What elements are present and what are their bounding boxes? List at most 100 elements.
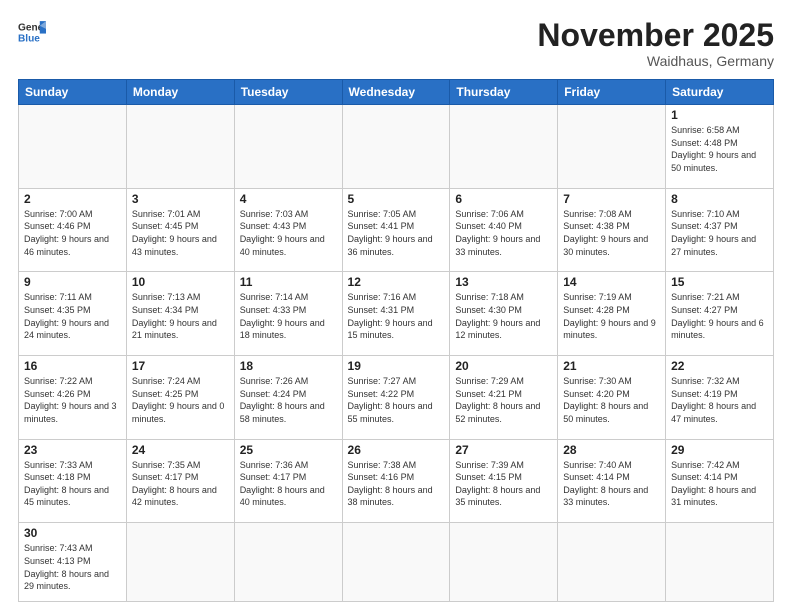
- calendar-cell: 12 Sunrise: 7:16 AM Sunset: 4:31 PM Dayli…: [342, 272, 450, 356]
- day-number: 20: [455, 359, 552, 373]
- calendar-cell: [19, 105, 127, 189]
- day-info: Sunrise: 7:01 AM Sunset: 4:45 PM Dayligh…: [132, 208, 229, 258]
- day-number: 5: [348, 192, 445, 206]
- day-number: 13: [455, 275, 552, 289]
- subtitle: Waidhaus, Germany: [537, 53, 774, 69]
- day-info: Sunrise: 7:32 AM Sunset: 4:19 PM Dayligh…: [671, 375, 768, 425]
- day-number: 26: [348, 443, 445, 457]
- day-number: 11: [240, 275, 337, 289]
- day-info: Sunrise: 7:36 AM Sunset: 4:17 PM Dayligh…: [240, 459, 337, 509]
- day-info: Sunrise: 7:03 AM Sunset: 4:43 PM Dayligh…: [240, 208, 337, 258]
- logo-icon: General Blue: [18, 18, 46, 46]
- day-info: Sunrise: 7:06 AM Sunset: 4:40 PM Dayligh…: [455, 208, 552, 258]
- calendar-cell: 8 Sunrise: 7:10 AM Sunset: 4:37 PM Daylig…: [666, 188, 774, 272]
- day-info: Sunrise: 7:35 AM Sunset: 4:17 PM Dayligh…: [132, 459, 229, 509]
- calendar-cell: 1 Sunrise: 6:58 AM Sunset: 4:48 PM Daylig…: [666, 105, 774, 189]
- page: General Blue November 2025 Waidhaus, Ger…: [0, 0, 792, 612]
- title-block: November 2025 Waidhaus, Germany: [537, 18, 774, 69]
- day-number: 3: [132, 192, 229, 206]
- day-number: 10: [132, 275, 229, 289]
- calendar-cell: 9 Sunrise: 7:11 AM Sunset: 4:35 PM Daylig…: [19, 272, 127, 356]
- day-number: 6: [455, 192, 552, 206]
- calendar-cell: 18Sunrise: 7:26 AM Sunset: 4:24 PM Dayli…: [234, 356, 342, 440]
- day-info: Sunrise: 7:24 AM Sunset: 4:25 PM Dayligh…: [132, 375, 229, 425]
- calendar-cell: [342, 105, 450, 189]
- calendar-cell: [558, 523, 666, 602]
- day-info: Sunrise: 7:00 AM Sunset: 4:46 PM Dayligh…: [24, 208, 121, 258]
- calendar-cell: 16Sunrise: 7:22 AM Sunset: 4:26 PM Dayli…: [19, 356, 127, 440]
- calendar-cell: 7Sunrise: 7:08 AM Sunset: 4:38 PM Daylig…: [558, 188, 666, 272]
- day-number: 2: [24, 192, 121, 206]
- col-tuesday: Tuesday: [234, 80, 342, 105]
- calendar-cell: 5 Sunrise: 7:05 AM Sunset: 4:41 PM Daylig…: [342, 188, 450, 272]
- calendar-cell: 25 Sunrise: 7:36 AM Sunset: 4:17 PM Dayli…: [234, 439, 342, 523]
- calendar-cell: 23 Sunrise: 7:33 AM Sunset: 4:18 PM Dayli…: [19, 439, 127, 523]
- calendar-cell: [666, 523, 774, 602]
- day-number: 19: [348, 359, 445, 373]
- calendar-table: Sunday Monday Tuesday Wednesday Thursday…: [18, 79, 774, 602]
- day-number: 29: [671, 443, 768, 457]
- day-info: Sunrise: 7:40 AM Sunset: 4:14 PM Dayligh…: [563, 459, 660, 509]
- day-number: 8: [671, 192, 768, 206]
- calendar-cell: 13 Sunrise: 7:18 AM Sunset: 4:30 PM Dayli…: [450, 272, 558, 356]
- calendar-cell: 17 Sunrise: 7:24 AM Sunset: 4:25 PM Dayli…: [126, 356, 234, 440]
- calendar-cell: 26 Sunrise: 7:38 AM Sunset: 4:16 PM Dayli…: [342, 439, 450, 523]
- calendar-cell: 29 Sunrise: 7:42 AM Sunset: 4:14 PM Dayli…: [666, 439, 774, 523]
- calendar-cell: [234, 105, 342, 189]
- day-number: 16: [24, 359, 121, 373]
- calendar-cell: [126, 105, 234, 189]
- col-sunday: Sunday: [19, 80, 127, 105]
- day-info: Sunrise: 6:58 AM Sunset: 4:48 PM Dayligh…: [671, 124, 768, 174]
- calendar-header-row: Sunday Monday Tuesday Wednesday Thursday…: [19, 80, 774, 105]
- day-info: Sunrise: 7:42 AM Sunset: 4:14 PM Dayligh…: [671, 459, 768, 509]
- day-info: Sunrise: 7:27 AM Sunset: 4:22 PM Dayligh…: [348, 375, 445, 425]
- day-number: 7: [563, 192, 660, 206]
- calendar-cell: 20 Sunrise: 7:29 AM Sunset: 4:21 PM Dayli…: [450, 356, 558, 440]
- day-info: Sunrise: 7:21 AM Sunset: 4:27 PM Dayligh…: [671, 291, 768, 341]
- day-info: Sunrise: 7:33 AM Sunset: 4:18 PM Dayligh…: [24, 459, 121, 509]
- day-number: 30: [24, 526, 121, 540]
- calendar-cell: [342, 523, 450, 602]
- day-number: 12: [348, 275, 445, 289]
- day-number: 22: [671, 359, 768, 373]
- day-info: Sunrise: 7:05 AM Sunset: 4:41 PM Dayligh…: [348, 208, 445, 258]
- col-friday: Friday: [558, 80, 666, 105]
- calendar-cell: 27Sunrise: 7:39 AM Sunset: 4:15 PM Dayli…: [450, 439, 558, 523]
- day-number: 23: [24, 443, 121, 457]
- calendar-cell: 19 Sunrise: 7:27 AM Sunset: 4:22 PM Dayli…: [342, 356, 450, 440]
- day-info: Sunrise: 7:43 AM Sunset: 4:13 PM Dayligh…: [24, 542, 121, 592]
- day-info: Sunrise: 7:38 AM Sunset: 4:16 PM Dayligh…: [348, 459, 445, 509]
- calendar-cell: 24Sunrise: 7:35 AM Sunset: 4:17 PM Dayli…: [126, 439, 234, 523]
- calendar-cell: [234, 523, 342, 602]
- day-number: 28: [563, 443, 660, 457]
- day-info: Sunrise: 7:29 AM Sunset: 4:21 PM Dayligh…: [455, 375, 552, 425]
- calendar-cell: 14 Sunrise: 7:19 AM Sunset: 4:28 PM Dayli…: [558, 272, 666, 356]
- calendar-cell: 4 Sunrise: 7:03 AM Sunset: 4:43 PM Daylig…: [234, 188, 342, 272]
- calendar-cell: 3 Sunrise: 7:01 AM Sunset: 4:45 PM Daylig…: [126, 188, 234, 272]
- day-number: 21: [563, 359, 660, 373]
- day-info: Sunrise: 7:16 AM Sunset: 4:31 PM Dayligh…: [348, 291, 445, 341]
- calendar-cell: 2 Sunrise: 7:00 AM Sunset: 4:46 PM Daylig…: [19, 188, 127, 272]
- calendar-cell: 15Sunrise: 7:21 AM Sunset: 4:27 PM Dayli…: [666, 272, 774, 356]
- calendar-cell: 6 Sunrise: 7:06 AM Sunset: 4:40 PM Daylig…: [450, 188, 558, 272]
- day-info: Sunrise: 7:11 AM Sunset: 4:35 PM Dayligh…: [24, 291, 121, 341]
- day-info: Sunrise: 7:19 AM Sunset: 4:28 PM Dayligh…: [563, 291, 660, 341]
- calendar-cell: [450, 105, 558, 189]
- month-title: November 2025: [537, 18, 774, 53]
- day-number: 4: [240, 192, 337, 206]
- day-info: Sunrise: 7:10 AM Sunset: 4:37 PM Dayligh…: [671, 208, 768, 258]
- calendar-cell: [126, 523, 234, 602]
- col-wednesday: Wednesday: [342, 80, 450, 105]
- calendar-cell: 11Sunrise: 7:14 AM Sunset: 4:33 PM Dayli…: [234, 272, 342, 356]
- day-number: 9: [24, 275, 121, 289]
- day-number: 1: [671, 108, 768, 122]
- day-number: 25: [240, 443, 337, 457]
- day-number: 18: [240, 359, 337, 373]
- day-info: Sunrise: 7:30 AM Sunset: 4:20 PM Dayligh…: [563, 375, 660, 425]
- col-thursday: Thursday: [450, 80, 558, 105]
- day-info: Sunrise: 7:18 AM Sunset: 4:30 PM Dayligh…: [455, 291, 552, 341]
- day-number: 14: [563, 275, 660, 289]
- day-number: 17: [132, 359, 229, 373]
- col-saturday: Saturday: [666, 80, 774, 105]
- calendar-cell: [558, 105, 666, 189]
